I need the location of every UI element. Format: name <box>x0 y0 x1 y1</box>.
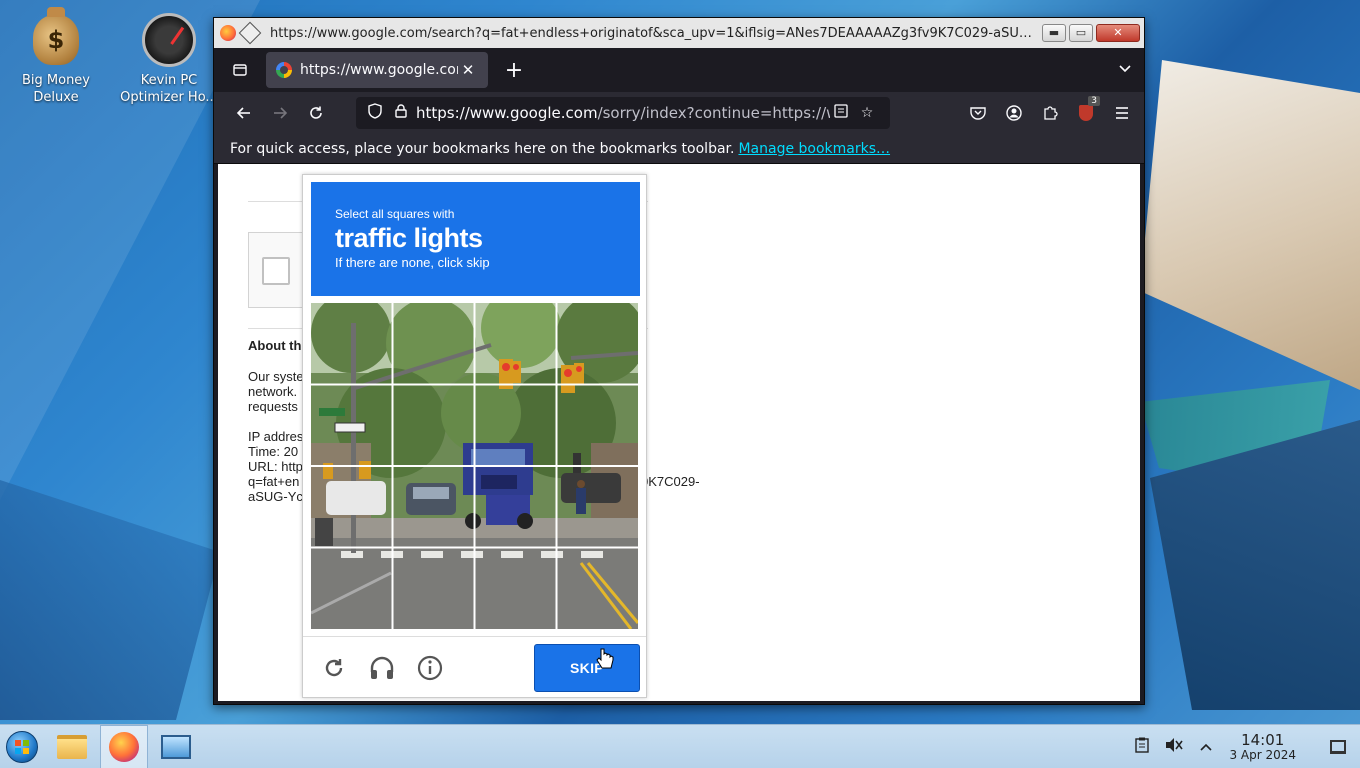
firefox-view-button[interactable] <box>224 54 256 86</box>
back-button[interactable] <box>226 98 262 128</box>
taskbar: 14:01 3 Apr 2024 <box>0 724 1360 768</box>
extensions-button[interactable] <box>1034 98 1066 128</box>
hand-cursor-icon <box>596 648 614 675</box>
account-icon <box>1006 105 1022 121</box>
url-text: https://www.google.com/sorry/index?conti… <box>416 104 830 122</box>
info-icon <box>417 655 443 680</box>
tab-title: https://www.google.com/ <box>300 62 458 78</box>
browser-window: https://www.google.com/search?q=fat+endl… <box>213 17 1145 705</box>
show-desktop-icon[interactable] <box>1330 739 1346 754</box>
url-domain: https://www.google.com <box>416 104 598 122</box>
clipboard-icon[interactable] <box>1133 737 1151 757</box>
taskbar-system-settings[interactable] <box>152 725 200 768</box>
arrow-right-icon <box>274 107 288 119</box>
gauge-icon <box>142 13 196 67</box>
audio-challenge-button[interactable] <box>367 653 397 683</box>
page-content: About th Our syste network. requests IP … <box>218 164 1140 701</box>
url-path: /sorry/index?continue=https://www.google… <box>597 104 830 122</box>
puzzle-icon <box>1044 106 1058 120</box>
system-tray: 14:01 3 Apr 2024 <box>1133 732 1360 762</box>
headphones-icon <box>370 656 394 679</box>
desktop-icon-label: Big Money Deluxe <box>21 73 90 105</box>
tab-strip: https://www.google.com/ ✕ + <box>214 48 1144 92</box>
about-heading: About th <box>248 338 302 353</box>
clock-date: 3 Apr 2024 <box>1229 747 1296 762</box>
firefox-icon <box>220 25 236 41</box>
extension-badge-count: 3 <box>1088 96 1100 106</box>
desktop-icon-big-money-deluxe[interactable]: $ Big Money Deluxe <box>6 7 106 106</box>
captcha-instruction: Select all squares with <box>335 207 455 221</box>
arrow-left-icon <box>236 107 250 119</box>
bookmarks-hint-text: For quick access, place your bookmarks h… <box>230 140 735 157</box>
navigation-toolbar: https://www.google.com/sorry/index?conti… <box>214 92 1144 134</box>
tab-google[interactable]: https://www.google.com/ ✕ <box>266 52 488 88</box>
bookmark-star-icon[interactable]: ☆ <box>856 105 878 121</box>
monitor-icon <box>161 734 191 759</box>
wallpaper-shape <box>0 480 220 720</box>
tab-close-icon[interactable]: ✕ <box>458 61 478 79</box>
account-button[interactable] <box>998 98 1030 128</box>
firefox-view-icon <box>233 64 247 76</box>
chevron-up-icon[interactable] <box>1197 737 1215 756</box>
hamburger-menu-icon <box>1116 107 1128 119</box>
reload-icon <box>325 658 343 676</box>
wallpaper-shape <box>1140 60 1360 390</box>
app-menu-button[interactable] <box>1106 98 1138 128</box>
forward-button[interactable] <box>262 98 298 128</box>
clock-time: 14:01 <box>1241 730 1285 749</box>
captcha-subinstruction: If there are none, click skip <box>335 255 490 270</box>
chevron-down-icon <box>1119 65 1131 73</box>
start-button[interactable] <box>0 725 44 768</box>
folder-icon <box>57 734 87 759</box>
google-favicon-icon <box>276 62 292 78</box>
desktop-icon-pc-optimizer[interactable]: Kevin PC Optimizer Ho... <box>119 12 219 106</box>
pocket-button[interactable] <box>962 98 994 128</box>
manage-bookmarks-link[interactable]: Manage bookmarks… <box>738 141 890 157</box>
about-paragraph: Our syste network. requests <box>248 369 304 414</box>
lock-icon[interactable] <box>390 104 412 122</box>
captcha-challenge: Select all squares with traffic lights I… <box>302 174 647 698</box>
reload-button[interactable] <box>298 98 334 128</box>
reader-view-icon[interactable] <box>830 104 852 122</box>
new-tab-button[interactable]: + <box>500 58 528 83</box>
window-title: https://www.google.com/search?q=fat+endl… <box>270 25 1042 41</box>
address-bar[interactable]: https://www.google.com/sorry/index?conti… <box>356 97 890 129</box>
ublock-extension-button[interactable]: 3 <box>1070 96 1102 128</box>
desktop-icon-label: Kevin PC Optimizer Ho... <box>120 73 218 105</box>
maximize-button[interactable]: ▭ <box>1069 24 1093 42</box>
captcha-target: traffic lights <box>335 223 483 253</box>
volume-muted-icon[interactable] <box>1165 737 1184 757</box>
taskbar-firefox[interactable] <box>100 724 148 768</box>
shield-icon[interactable] <box>364 103 386 123</box>
firefox-icon <box>109 731 139 762</box>
taskbar-file-manager[interactable] <box>48 725 96 768</box>
skip-button[interactable]: SKIP <box>534 644 640 692</box>
close-window-button[interactable]: ✕ <box>1096 24 1140 42</box>
ublock-shield-icon <box>1079 105 1093 121</box>
recaptcha-checkbox-widget <box>248 232 308 308</box>
captcha-footer: SKIP <box>303 636 646 698</box>
window-titlebar[interactable]: https://www.google.com/search?q=fat+endl… <box>214 18 1144 48</box>
clock[interactable]: 14:01 3 Apr 2024 <box>1229 732 1296 762</box>
request-details: IP addres Time: 20 URL: http q=fat+en aS… <box>248 429 304 504</box>
reload-icon <box>310 106 322 119</box>
captcha-header: Select all squares with traffic lights I… <box>311 182 640 296</box>
windows-logo-icon <box>6 730 38 763</box>
captcha-grid-lines <box>311 303 638 629</box>
info-button[interactable] <box>415 653 445 683</box>
reload-challenge-button[interactable] <box>319 653 349 683</box>
minimize-button[interactable]: ▬ <box>1042 24 1066 42</box>
money-bag-icon: $ <box>33 7 79 65</box>
list-all-tabs-button[interactable] <box>1118 62 1132 78</box>
pin-icon[interactable] <box>238 21 262 45</box>
pocket-icon <box>970 107 986 120</box>
recaptcha-checkbox[interactable] <box>262 257 290 285</box>
url-tail-text: 0K7C029- <box>641 474 700 489</box>
bookmarks-toolbar: For quick access, place your bookmarks h… <box>214 134 1144 164</box>
